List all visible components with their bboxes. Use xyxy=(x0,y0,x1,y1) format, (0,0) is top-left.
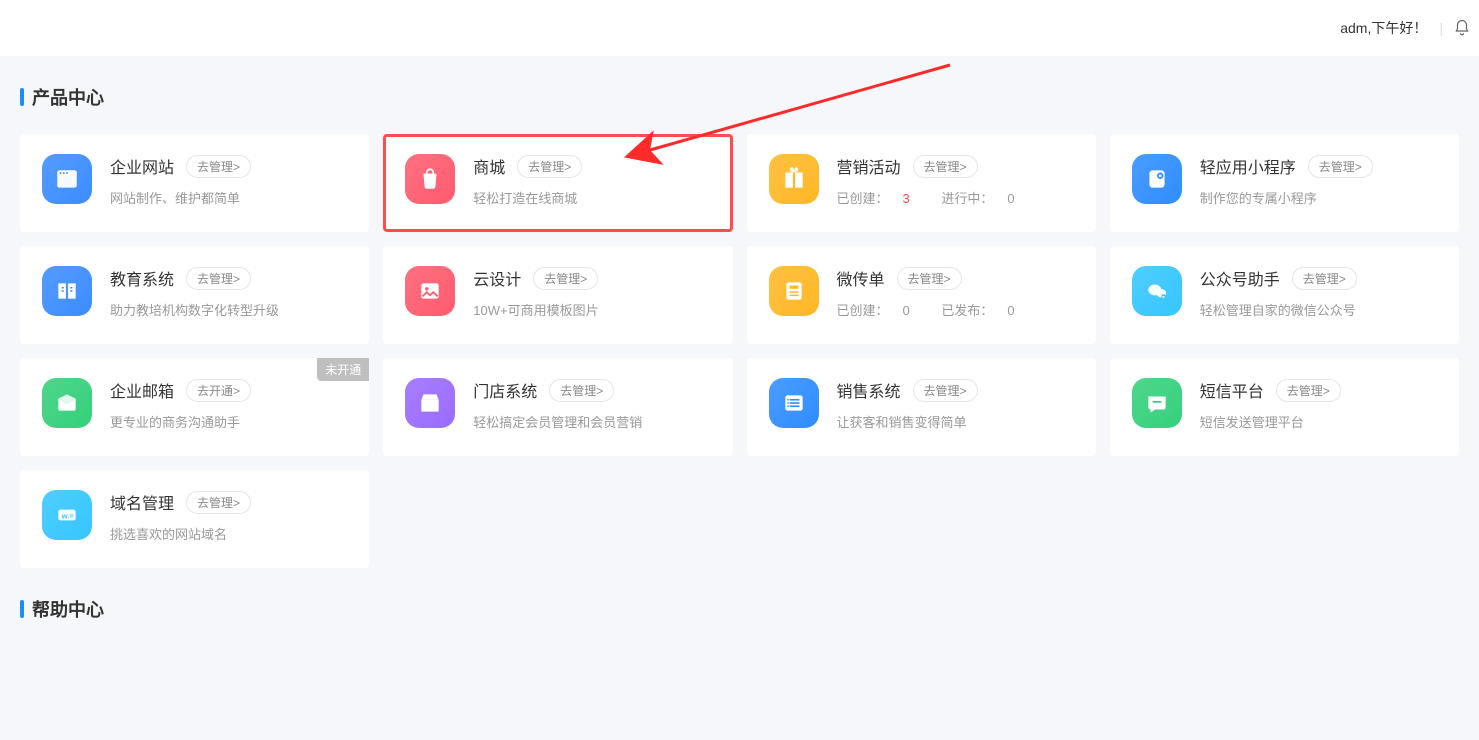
svg-text:w.=: w.= xyxy=(61,511,75,520)
card-title: 云设计 xyxy=(473,266,521,290)
created-label: 已创建： xyxy=(837,191,889,206)
card-title: 轻应用小程序 xyxy=(1200,154,1296,178)
domain-icon: w.= xyxy=(42,490,92,540)
store-icon xyxy=(405,378,455,428)
running-label: 进行中： xyxy=(941,191,993,206)
top-bar: adm,下午好！ | xyxy=(0,0,1479,56)
manage-button[interactable]: 去管理> xyxy=(1276,379,1341,402)
card-stats: 已创建： 0 已发布： 0 xyxy=(837,300,1074,319)
card-title: 域名管理 xyxy=(110,490,174,514)
manage-button[interactable]: 去管理> xyxy=(1308,155,1373,178)
card-desc: 网站制作、维护都简单 xyxy=(110,188,347,207)
manage-button[interactable]: 去管理> xyxy=(186,267,251,290)
bell-icon[interactable] xyxy=(1453,19,1471,37)
products-title-row: 产品中心 xyxy=(20,84,1459,110)
product-cards-grid: 企业网站 去管理> 网站制作、维护都简单 商城 去管理> 轻松打造在线商城 xyxy=(20,134,1459,568)
list-icon xyxy=(769,378,819,428)
card-title: 商城 xyxy=(473,154,505,178)
products-section: 产品中心 企业网站 去管理> 网站制作、维护都简单 商城 xyxy=(0,56,1479,568)
miniapp-icon xyxy=(1132,154,1182,204)
running-value: 0 xyxy=(1007,191,1014,206)
products-title: 产品中心 xyxy=(32,84,104,110)
card-desc: 助力教培机构数字化转型升级 xyxy=(110,300,347,319)
created-value: 3 xyxy=(903,191,910,206)
image-icon xyxy=(405,266,455,316)
shopping-bag-icon xyxy=(405,154,455,204)
card-title: 短信平台 xyxy=(1200,378,1264,402)
manage-button[interactable]: 去管理> xyxy=(186,155,251,178)
manage-button[interactable]: 去管理> xyxy=(913,155,978,178)
top-separator: | xyxy=(1439,20,1443,36)
help-section: 帮助中心 xyxy=(0,578,1479,622)
flyer-icon xyxy=(769,266,819,316)
manage-button[interactable]: 去管理> xyxy=(913,379,978,402)
card-title: 门店系统 xyxy=(473,378,537,402)
card-title: 教育系统 xyxy=(110,266,174,290)
book-icon xyxy=(42,266,92,316)
manage-button[interactable]: 去管理> xyxy=(897,267,962,290)
card-desc: 更专业的商务沟通助手 xyxy=(110,412,347,431)
card-desc: 短信发送管理平台 xyxy=(1200,412,1437,431)
manage-button[interactable]: 去管理> xyxy=(517,155,582,178)
card-desc: 让获客和销售变得简单 xyxy=(837,412,1074,431)
help-title: 帮助中心 xyxy=(32,596,104,622)
manage-button[interactable]: 去管理> xyxy=(1292,267,1357,290)
pub-value: 0 xyxy=(1007,303,1014,318)
card-title: 营销活动 xyxy=(837,154,901,178)
card-title: 企业邮箱 xyxy=(110,378,174,402)
card-store[interactable]: 门店系统 去管理> 轻松搞定会员管理和会员营销 xyxy=(383,358,732,456)
card-domain[interactable]: w.= 域名管理 去管理> 挑选喜欢的网站域名 xyxy=(20,470,369,568)
card-mall[interactable]: 商城 去管理> 轻松打造在线商城 xyxy=(383,134,732,232)
card-flyer[interactable]: 微传单 去管理> 已创建： 0 已发布： 0 xyxy=(747,246,1096,344)
card-title: 销售系统 xyxy=(837,378,901,402)
card-stats: 已创建： 3 进行中： 0 xyxy=(837,188,1074,207)
card-sms[interactable]: 短信平台 去管理> 短信发送管理平台 xyxy=(1110,358,1459,456)
manage-button[interactable]: 去管理> xyxy=(533,267,598,290)
gift-icon xyxy=(769,154,819,204)
card-desc: 轻松打造在线商城 xyxy=(473,188,710,207)
card-desc: 挑选喜欢的网站域名 xyxy=(110,524,347,543)
card-website[interactable]: 企业网站 去管理> 网站制作、维护都简单 xyxy=(20,134,369,232)
manage-button[interactable]: 去管理> xyxy=(549,379,614,402)
card-sales[interactable]: 销售系统 去管理> 让获客和销售变得简单 xyxy=(747,358,1096,456)
card-title: 企业网站 xyxy=(110,154,174,178)
card-desc: 轻松搞定会员管理和会员营销 xyxy=(473,412,710,431)
greeting-text: adm,下午好！ xyxy=(1340,18,1427,38)
card-design[interactable]: 云设计 去管理> 10W+可商用模板图片 xyxy=(383,246,732,344)
card-desc: 10W+可商用模板图片 xyxy=(473,300,710,319)
help-title-row: 帮助中心 xyxy=(20,596,1459,622)
card-wechat[interactable]: 公众号助手 去管理> 轻松管理自家的微信公众号 xyxy=(1110,246,1459,344)
browser-icon xyxy=(42,154,92,204)
mail-icon xyxy=(42,378,92,428)
card-desc: 制作您的专属小程序 xyxy=(1200,188,1437,207)
created-label: 已创建： xyxy=(837,303,889,318)
card-marketing[interactable]: 营销活动 去管理> 已创建： 3 进行中： 0 xyxy=(747,134,1096,232)
chat-icon xyxy=(1132,378,1182,428)
card-edu[interactable]: 教育系统 去管理> 助力教培机构数字化转型升级 xyxy=(20,246,369,344)
manage-button[interactable]: 去管理> xyxy=(186,491,251,514)
created-value: 0 xyxy=(903,303,910,318)
not-opened-badge: 未开通 xyxy=(317,358,369,381)
card-title: 微传单 xyxy=(837,266,885,290)
card-title: 公众号助手 xyxy=(1200,266,1280,290)
wechat-icon xyxy=(1132,266,1182,316)
pub-label: 已发布： xyxy=(941,303,993,318)
card-miniapp[interactable]: 轻应用小程序 去管理> 制作您的专属小程序 xyxy=(1110,134,1459,232)
title-accent-bar xyxy=(20,88,24,106)
open-button[interactable]: 去开通> xyxy=(186,379,251,402)
card-desc: 轻松管理自家的微信公众号 xyxy=(1200,300,1437,319)
card-mailbox[interactable]: 未开通 企业邮箱 去开通> 更专业的商务沟通助手 xyxy=(20,358,369,456)
title-accent-bar xyxy=(20,600,24,618)
